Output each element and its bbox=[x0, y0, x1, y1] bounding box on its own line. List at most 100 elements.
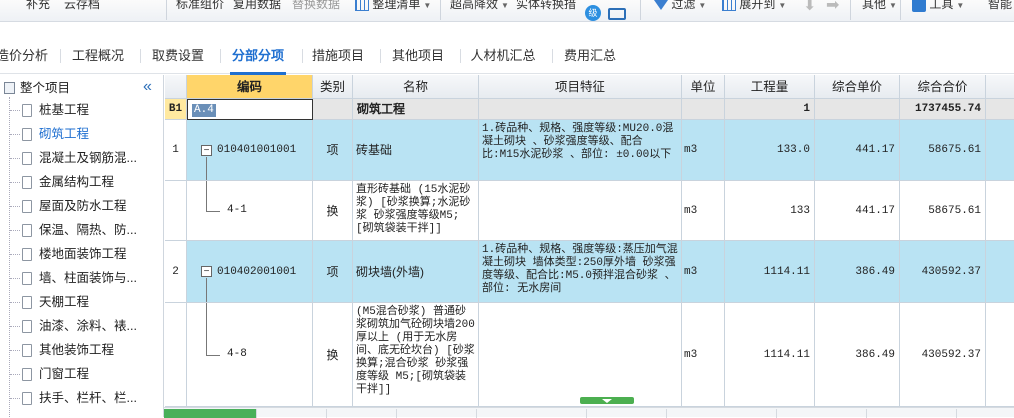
replace-data-button[interactable]: 替换数据 bbox=[292, 0, 340, 14]
organize-list-button[interactable]: 整理清单 ▼ bbox=[355, 0, 431, 14]
cell-name[interactable]: 直形砖基础 (15水泥砂浆) [砂浆换算;水泥砂浆 砂浆强度等级M5;[砌筑袋装… bbox=[353, 181, 479, 241]
truck-icon[interactable] bbox=[608, 3, 626, 21]
cell-quantity[interactable]: 133 bbox=[725, 181, 815, 241]
cell-unit-price[interactable]: 441.17 bbox=[815, 181, 900, 241]
division-name-cell[interactable]: 砌筑工程 bbox=[353, 99, 479, 120]
collapse-row-icon[interactable]: − bbox=[201, 266, 212, 277]
division-total-price-cell[interactable]: 1737455.74 bbox=[900, 99, 986, 120]
cell-code[interactable]: 4-8 bbox=[187, 303, 313, 407]
column-header-quantity[interactable]: 工程量 bbox=[725, 75, 815, 99]
cell-unit[interactable]: m3 bbox=[682, 181, 725, 241]
cell-code[interactable]: 4-1 bbox=[187, 181, 313, 241]
cell-total-price[interactable]: 430592.37 bbox=[900, 303, 986, 407]
copy-data-button[interactable]: 复用数据 bbox=[233, 0, 281, 14]
cell-total-price[interactable]: 430592.37 bbox=[900, 241, 986, 303]
column-header-total-price[interactable]: 综合合价 bbox=[900, 75, 986, 99]
smart-button[interactable]: 智能 bbox=[988, 0, 1012, 14]
cell-quantity[interactable]: 133.0 bbox=[725, 120, 815, 181]
column-header-name[interactable]: 名称 bbox=[353, 75, 479, 99]
tree-item[interactable]: 楼地面装饰工程 bbox=[0, 242, 163, 266]
cell-quantity[interactable]: 1114.11 bbox=[725, 241, 815, 303]
division-feature-cell[interactable] bbox=[479, 99, 682, 120]
cell-unit[interactable]: m3 bbox=[682, 303, 725, 407]
tab-fee-settings[interactable]: 取费设置 bbox=[148, 38, 208, 74]
super-reduce-button[interactable]: 超高降效 ▼ bbox=[450, 0, 509, 14]
tab-labor-material-summary[interactable]: 人材机汇总 bbox=[466, 38, 540, 74]
tools-button[interactable]: 工具 ▼ bbox=[912, 0, 964, 14]
tree-item[interactable]: 门窗工程 bbox=[0, 362, 163, 386]
tab-fee-summary[interactable]: 费用汇总 bbox=[560, 38, 620, 74]
tree-item[interactable]: 油漆、涂料、裱... bbox=[0, 314, 163, 338]
cell-total-price[interactable]: 58675.61 bbox=[900, 181, 986, 241]
tree-item[interactable]: 混凝土及钢筋混... bbox=[0, 146, 163, 170]
cell-name[interactable]: (M5混合砂浆) 普通砂浆砌筑加气砼砌块墙200厚以上 (用于无水房间、底无砼坎… bbox=[353, 303, 479, 407]
division-code-cell[interactable]: A.4 bbox=[187, 99, 313, 120]
tree-item[interactable]: 屋面及防水工程 bbox=[0, 194, 163, 218]
cell-unit-price[interactable]: 441.17 bbox=[815, 120, 900, 181]
cell-code[interactable]: −010402001001 bbox=[187, 241, 313, 303]
tab-cost-analysis[interactable]: 造价分析 bbox=[0, 38, 48, 74]
row-number[interactable]: 1 bbox=[165, 120, 187, 181]
organize-list-label: 整理清单 bbox=[372, 0, 421, 11]
tree-item[interactable]: 桩基工程 bbox=[0, 98, 163, 122]
tab-other-items[interactable]: 其他项目 bbox=[388, 38, 448, 74]
entity-conversion-button[interactable]: 实体转换措 bbox=[516, 0, 576, 14]
cell-feature[interactable]: 1.砖品种、规格、强度等级:MU20.0混凝土砌块 、砂浆强度等级、配合比:M1… bbox=[479, 120, 682, 181]
cell-unit-price[interactable]: 386.49 bbox=[815, 303, 900, 407]
supplement-button[interactable]: 补充 bbox=[26, 0, 50, 14]
tab-measures[interactable]: 措施项目 bbox=[308, 38, 368, 74]
standard-group-button[interactable]: 标准组价 bbox=[176, 0, 224, 14]
tree-item[interactable]: 天棚工程 bbox=[0, 290, 163, 314]
division-category-cell[interactable] bbox=[313, 99, 353, 120]
cell-feature[interactable] bbox=[479, 303, 682, 407]
filter-button[interactable]: 过滤 ▼ bbox=[654, 0, 706, 14]
expand-to-button[interactable]: 展开到 ▼ bbox=[722, 0, 786, 14]
cell-total-price[interactable]: 58675.61 bbox=[900, 120, 986, 181]
corner-cell[interactable] bbox=[165, 75, 187, 99]
cell-feature[interactable]: 1.砖品种、规格、强度等级:蒸压加气混凝土砌块 墙体类型:250厚外墙 砂浆强度… bbox=[479, 241, 682, 303]
chevron-down-icon: ▼ bbox=[698, 1, 707, 10]
collapse-panel-icon[interactable]: « bbox=[143, 78, 152, 96]
division-unit-price-cell[interactable] bbox=[815, 99, 900, 120]
cell-unit[interactable]: m3 bbox=[682, 120, 725, 181]
move-right-icon[interactable]: ➡ bbox=[826, 0, 839, 16]
column-header-unit[interactable]: 单位 bbox=[682, 75, 725, 99]
tab-project-overview[interactable]: 工程概况 bbox=[68, 38, 128, 74]
row-number[interactable] bbox=[165, 181, 187, 241]
cell-unit[interactable]: m3 bbox=[682, 241, 725, 303]
row-number[interactable] bbox=[165, 303, 187, 407]
cell-category[interactable]: 项 bbox=[313, 241, 353, 303]
cell-feature[interactable] bbox=[479, 181, 682, 241]
tree-item[interactable]: 扶手、栏杆、栏... bbox=[0, 386, 163, 410]
column-header-feature[interactable]: 项目特征 bbox=[479, 75, 682, 99]
tree-root-item[interactable]: 整个项目 « bbox=[0, 78, 163, 98]
cell-unit-price[interactable]: 386.49 bbox=[815, 241, 900, 303]
grade-badge-icon[interactable]: 级 bbox=[585, 2, 601, 21]
tree-item[interactable]: 砌筑工程 bbox=[0, 122, 163, 146]
move-down-icon[interactable]: ⬇ bbox=[803, 0, 816, 16]
cell-category[interactable]: 换 bbox=[313, 303, 353, 407]
tree-item[interactable]: 墙、柱面装饰与... bbox=[0, 266, 163, 290]
division-row-label[interactable]: B1 bbox=[165, 99, 187, 120]
tree-item[interactable]: 其他装饰工程 bbox=[0, 338, 163, 362]
other-button[interactable]: 其他 ▼ bbox=[862, 0, 897, 14]
column-header-category[interactable]: 类别 bbox=[313, 75, 353, 99]
cell-code[interactable]: −010401001001 bbox=[187, 120, 313, 181]
cloud-save-button[interactable]: 云存档 bbox=[64, 0, 100, 14]
cell-name[interactable]: 砌块墙(外墙) bbox=[353, 241, 479, 303]
tree-item[interactable]: 保温、隔热、防... bbox=[0, 218, 163, 242]
tree-item[interactable]: 金属结构工程 bbox=[0, 170, 163, 194]
cell-category[interactable]: 换 bbox=[313, 181, 353, 241]
column-header-unit-price[interactable]: 综合单价 bbox=[815, 75, 900, 99]
division-unit-cell[interactable] bbox=[682, 99, 725, 120]
division-code-editor[interactable]: A.4 bbox=[192, 104, 216, 117]
column-header-code[interactable]: 编码 bbox=[187, 75, 313, 99]
cell-quantity[interactable]: 1114.11 bbox=[725, 303, 815, 407]
collapse-row-icon[interactable]: − bbox=[201, 144, 212, 156]
division-quantity-cell[interactable]: 1 bbox=[725, 99, 815, 120]
cell-name[interactable]: 砖基础 bbox=[353, 120, 479, 181]
cell-category[interactable]: 项 bbox=[313, 120, 353, 181]
splitter-handle[interactable] bbox=[580, 397, 634, 404]
row-number[interactable]: 2 bbox=[165, 241, 187, 303]
tab-sub-items[interactable]: 分部分项 bbox=[226, 38, 290, 75]
